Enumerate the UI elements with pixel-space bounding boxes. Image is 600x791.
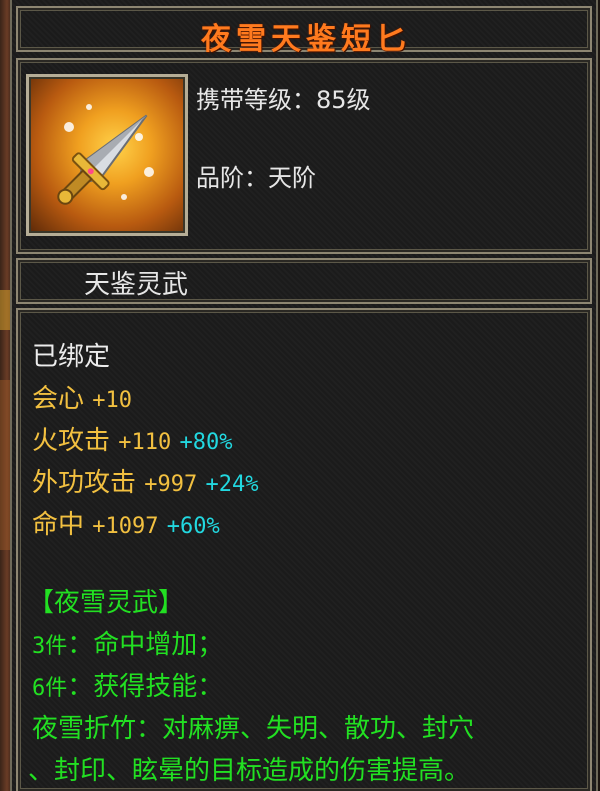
- stat-row-fire-attack: 火攻击 +110 +80%: [32, 420, 233, 457]
- set-bonus-3: 3件：命中增加；: [32, 624, 223, 661]
- grade-label: 品阶：: [196, 164, 268, 192]
- carry-level: 携带等级：85级: [196, 80, 371, 115]
- item-category: 天鉴灵武: [84, 270, 189, 300]
- set-bonus-6-text: ：获得技能：: [67, 672, 224, 702]
- item-grade: 品阶：天阶: [196, 158, 316, 193]
- stat-bonus: +24%: [205, 472, 259, 497]
- stat-name: 外功攻击: [32, 468, 137, 498]
- set-bonus-3-text: ：命中增加；: [67, 630, 224, 660]
- item-icon-frame: [26, 74, 188, 236]
- stat-bonus: +60%: [166, 514, 220, 539]
- stat-base: +1097: [92, 514, 159, 539]
- grade-value: 天阶: [268, 164, 316, 192]
- dagger-icon: [57, 104, 154, 205]
- stat-base: +10: [92, 388, 133, 413]
- set-skill-line-1: 夜雪折竹：对麻痹、失明、散功、封穴: [32, 714, 475, 744]
- item-name: 夜雪天鉴短匕: [201, 22, 411, 57]
- set-bonus-6-count: 6件: [32, 676, 68, 701]
- carry-level-value: 85级: [316, 86, 371, 114]
- stat-base: +997: [144, 472, 198, 497]
- stat-name: 火攻击: [32, 426, 111, 456]
- title-bar: 夜雪天鉴短匕: [16, 6, 592, 57]
- stat-base: +110: [118, 430, 172, 455]
- stat-row-crit: 会心 +10: [32, 378, 132, 415]
- bound-status: 已绑定: [32, 342, 111, 372]
- stat-row-external-attack: 外功攻击 +997 +24%: [32, 462, 259, 499]
- carry-level-label: 携带等级：: [196, 86, 316, 114]
- stat-name: 命中: [32, 510, 85, 540]
- stat-bonus: +80%: [179, 430, 233, 455]
- set-skill-line-2: 、封印、眩晕的目标造成的伤害提高。: [28, 756, 471, 786]
- set-bonus-6: 6件：获得技能：: [32, 666, 223, 703]
- set-bonus-3-count: 3件: [32, 634, 68, 659]
- set-name: 【夜雪灵武】: [28, 588, 185, 618]
- stat-name: 会心: [32, 384, 85, 414]
- stat-row-accuracy: 命中 +1097 +60%: [32, 504, 220, 541]
